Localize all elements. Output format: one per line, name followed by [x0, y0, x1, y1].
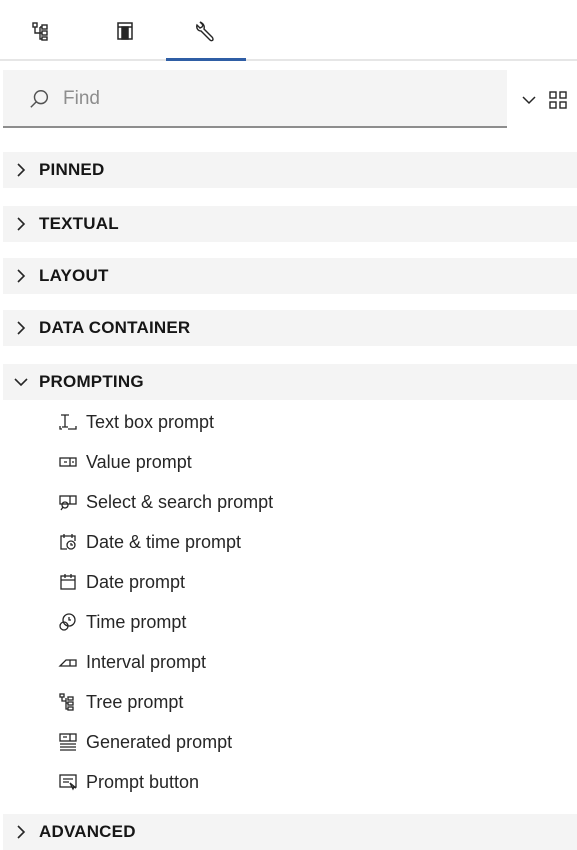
section-prompting[interactable]: PROMPTING	[3, 364, 577, 400]
date-time-prompt-icon	[60, 534, 76, 550]
select-search-prompt-icon	[59, 495, 77, 511]
chevron-right-icon	[17, 269, 26, 283]
chevron-right-icon	[17, 825, 26, 839]
tree-icon	[32, 22, 48, 41]
section-pinned[interactable]: PINNED	[3, 152, 577, 188]
section-label: PROMPTING	[39, 372, 144, 391]
item-label: Tree prompt	[86, 691, 184, 712]
toolbox-wrench-icon	[196, 21, 214, 42]
list-item-generated-prompt[interactable]: Generated prompt	[58, 724, 538, 760]
grid-view-icon	[549, 91, 567, 109]
section-layout[interactable]: LAYOUT	[3, 258, 577, 294]
item-label: Time prompt	[86, 611, 187, 632]
clock-icon	[59, 613, 76, 631]
value-prompt-icon	[59, 457, 77, 467]
item-label: Text box prompt	[86, 411, 215, 432]
active-tab-indicator	[166, 58, 246, 61]
section-label: ADVANCED	[39, 822, 136, 841]
tab-pages[interactable]	[84, 0, 166, 62]
item-label: Generated prompt	[86, 731, 233, 752]
chevron-down-icon	[14, 378, 28, 387]
section-advanced[interactable]: ADVANCED	[3, 814, 577, 850]
section-label: DATA CONTAINER	[39, 318, 191, 337]
search-input[interactable]	[63, 82, 493, 116]
chevron-right-icon	[17, 321, 26, 335]
list-item-prompt-button[interactable]: Prompt button	[58, 764, 538, 800]
calendar-icon	[60, 574, 76, 590]
item-label: Interval prompt	[86, 651, 207, 672]
list-item-date-time-prompt[interactable]: Date & time prompt	[58, 524, 538, 560]
tab-toolbox[interactable]	[166, 0, 246, 62]
list-item-select-search-prompt[interactable]: Select & search prompt	[58, 484, 538, 520]
tree-icon	[59, 693, 74, 711]
section-label: TEXTUAL	[39, 214, 119, 233]
search-box	[3, 70, 507, 128]
interval-prompt-icon	[58, 659, 77, 667]
tab-data-tree[interactable]	[0, 0, 84, 62]
section-textual[interactable]: TEXTUAL	[3, 206, 577, 242]
list-item-text-box-prompt[interactable]: Text box prompt	[58, 404, 538, 440]
list-item-interval-prompt[interactable]: Interval prompt	[58, 644, 538, 680]
view-toggle-button[interactable]	[543, 86, 573, 114]
section-label: LAYOUT	[39, 266, 109, 285]
tab-bar	[0, 0, 577, 62]
search-options-dropdown[interactable]	[515, 86, 543, 114]
chevron-right-icon	[17, 163, 26, 177]
list-item-date-prompt[interactable]: Date prompt	[58, 564, 538, 600]
search-icon	[30, 90, 49, 108]
item-label: Prompt button	[86, 771, 200, 792]
section-label: PINNED	[39, 160, 105, 179]
item-label: Date prompt	[86, 571, 186, 592]
chevron-right-icon	[17, 217, 26, 231]
tab-bar-divider	[0, 59, 577, 61]
item-label: Select & search prompt	[86, 491, 274, 512]
item-label: Date & time prompt	[86, 531, 242, 552]
section-data-container[interactable]: DATA CONTAINER	[3, 310, 577, 346]
item-label: Value prompt	[86, 451, 192, 472]
prompt-button-icon	[59, 774, 77, 791]
generated-prompt-icon	[59, 733, 77, 751]
chevron-down-icon	[522, 96, 536, 105]
list-item-tree-prompt[interactable]: Tree prompt	[58, 684, 538, 720]
list-item-time-prompt[interactable]: Time prompt	[58, 604, 538, 640]
text-box-prompt-icon	[59, 414, 77, 430]
list-item-value-prompt[interactable]: Value prompt	[58, 444, 538, 480]
page-layout-icon	[117, 22, 133, 40]
